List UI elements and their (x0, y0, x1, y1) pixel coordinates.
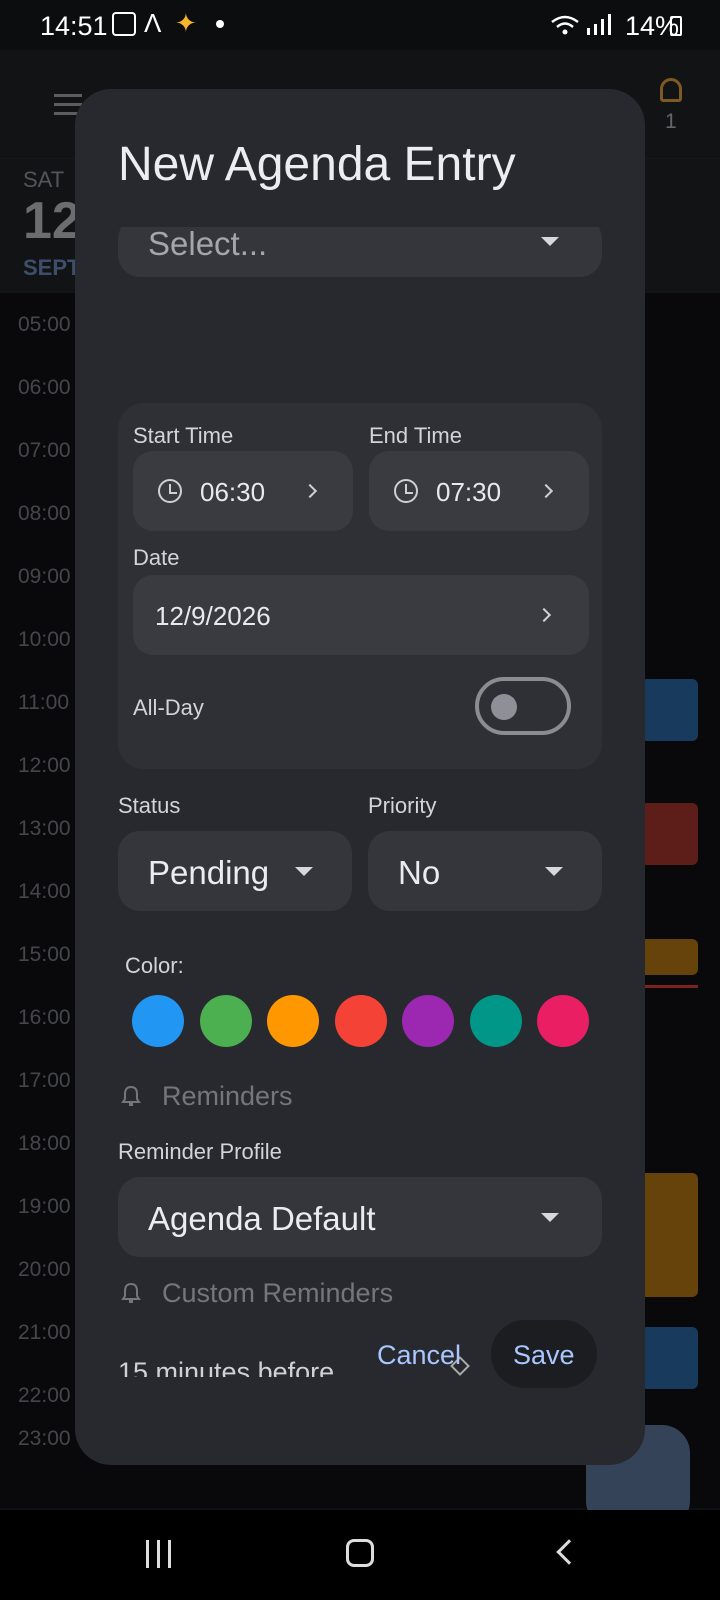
custom-reminders-section-title: Custom Reminders (162, 1278, 394, 1308)
bell-icon (121, 1085, 141, 1106)
color-swatch-green[interactable] (200, 995, 252, 1047)
system-nav-bar (0, 1510, 720, 1600)
color-swatch-blue[interactable] (132, 995, 184, 1047)
save-button[interactable]: Save (491, 1320, 597, 1388)
cancel-button[interactable]: Cancel (377, 1340, 461, 1371)
end-time-value: 07:30 (436, 477, 502, 507)
color-swatch-teal[interactable] (470, 995, 522, 1047)
date-picker[interactable]: 12/9/2026 (133, 575, 589, 655)
color-swatch-orange[interactable] (267, 995, 319, 1047)
battery-icon (670, 16, 682, 36)
new-agenda-entry-dialog: New Agenda Entry Select... Start Time En… (75, 89, 645, 1465)
date-label: Date (133, 545, 180, 570)
recent-apps-button[interactable] (146, 1540, 172, 1568)
status-bar: 14:51 Λ ✦ 14% (0, 0, 720, 50)
back-button[interactable] (556, 1539, 582, 1565)
chevron-down-icon (541, 1213, 559, 1222)
reminder-profile-dropdown[interactable]: Agenda Default (118, 1177, 602, 1257)
color-swatch-purple[interactable] (402, 995, 454, 1047)
priority-label: Priority (368, 793, 437, 818)
priority-dropdown[interactable]: No (368, 831, 602, 911)
toggle-knob (491, 694, 517, 720)
reminder-profile-label: Reminder Profile (118, 1139, 282, 1164)
chevron-down-icon (295, 867, 313, 876)
app-a-icon: Λ (144, 8, 162, 38)
dialog-scroll-body[interactable]: Select... Start Time End Time 06:30 07:3… (75, 227, 645, 1377)
save-button-label: Save (513, 1340, 575, 1370)
chevron-right-icon (538, 483, 554, 499)
custom-reminder-text: 15 minutes before (118, 1357, 335, 1377)
color-label: Color: (125, 953, 184, 978)
chevron-right-icon (302, 483, 318, 499)
reminders-section-title: Reminders (162, 1081, 293, 1111)
dialog-title: New Agenda Entry (118, 138, 516, 191)
color-swatch-pink[interactable] (537, 995, 589, 1047)
status-time: 14:51 (40, 11, 108, 41)
status-value: Pending (148, 854, 270, 891)
dot-icon (216, 20, 224, 28)
start-time-label: Start Time (133, 423, 234, 448)
start-time-value: 06:30 (200, 477, 266, 507)
chevron-down-icon (545, 867, 563, 876)
reminder-profile-value: Agenda Default (148, 1200, 376, 1237)
start-time-picker[interactable]: 06:30 (133, 451, 353, 531)
time-date-card: Start Time End Time 06:30 07:30 Date 12/… (118, 403, 602, 769)
status-dropdown[interactable]: Pending (118, 831, 352, 911)
chevron-right-icon (536, 607, 552, 623)
chevron-down-icon (541, 237, 559, 246)
home-button[interactable] (346, 1539, 374, 1567)
wifi-icon (551, 15, 579, 35)
clock-icon (158, 479, 182, 503)
signal-icon (587, 14, 611, 35)
category-dropdown[interactable]: Select... (118, 227, 602, 277)
end-time-picker[interactable]: 07:30 (369, 451, 589, 531)
category-value: Select... (148, 227, 268, 262)
clock-icon (394, 479, 418, 503)
bell-icon (121, 1282, 141, 1303)
status-label: Status (118, 793, 181, 818)
end-time-label: End Time (369, 423, 462, 448)
date-value: 12/9/2026 (155, 601, 271, 631)
all-day-label: All-Day (133, 695, 204, 720)
all-day-toggle[interactable] (475, 677, 571, 735)
app-notification-icon (112, 12, 136, 36)
sparkle-icon: ✦ (175, 8, 197, 38)
priority-value: No (398, 854, 441, 891)
color-swatch-red[interactable] (335, 995, 387, 1047)
